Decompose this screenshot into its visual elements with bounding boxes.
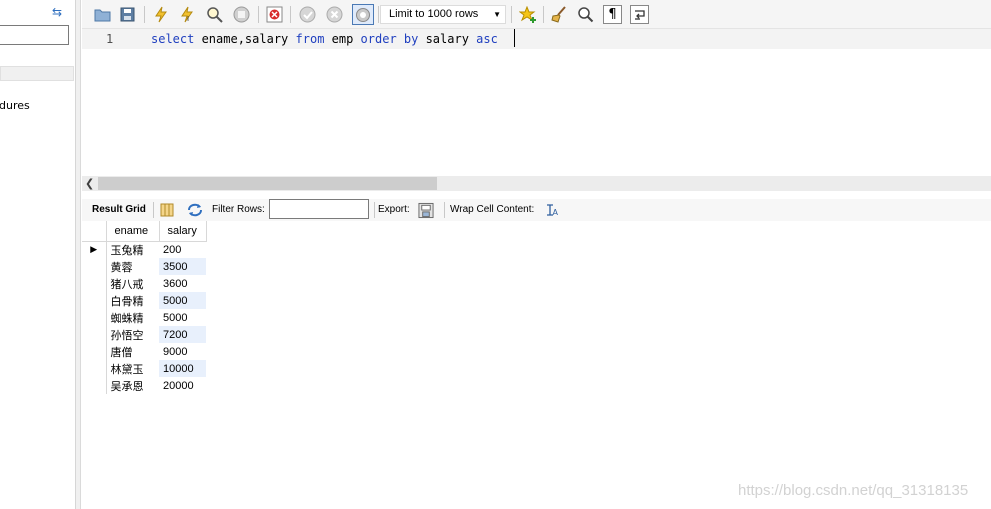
cell-salary[interactable]: 20000	[159, 377, 206, 394]
cell-ename[interactable]: 蜘蛛精	[106, 309, 159, 326]
panel-splitter[interactable]	[76, 0, 81, 509]
cell-salary[interactable]: 5000	[159, 309, 206, 326]
sql-query-text[interactable]: select ename,salary from emp order by sa…	[151, 32, 498, 46]
row-header[interactable]	[82, 258, 107, 275]
editor-toolbar: I Limit to 1000 rows ▼ ¶	[82, 0, 991, 29]
sql-editor[interactable]: 1 select ename,salary from emp order by …	[82, 29, 991, 176]
refresh-icon[interactable]: ⇆	[50, 5, 64, 19]
refresh-results-icon[interactable]	[187, 202, 203, 218]
export-icon[interactable]	[418, 202, 434, 218]
invisible-chars-icon[interactable]: ¶	[603, 5, 622, 24]
execute-icon[interactable]	[151, 5, 170, 24]
cell-salary[interactable]: 200	[159, 241, 206, 258]
commit-icon[interactable]	[298, 5, 317, 24]
filter-rows-label: Filter Rows:	[212, 204, 265, 215]
row-header[interactable]	[82, 275, 107, 292]
navigator-panel: ⇆ dures	[0, 0, 76, 509]
cell-ename[interactable]: 白骨精	[106, 292, 159, 309]
editor-horizontal-scrollbar[interactable]: ❮	[82, 176, 991, 191]
cell-ename[interactable]: 唐僧	[106, 343, 159, 360]
table-row[interactable]: 蜘蛛精 5000	[82, 309, 206, 326]
bookmark-icon[interactable]	[518, 5, 537, 24]
export-label: Export:	[378, 204, 410, 215]
scroll-left-icon[interactable]: ❮	[85, 176, 94, 191]
cell-salary[interactable]: 3500	[159, 258, 206, 275]
sql-keyword-select: select	[151, 32, 195, 46]
column-header-ename[interactable]: ename	[106, 221, 160, 242]
row-header[interactable]	[82, 292, 107, 309]
sql-keyword-by: by	[403, 32, 419, 46]
cell-ename[interactable]: 猪八戒	[106, 275, 159, 292]
sql-keyword-order: order	[360, 32, 397, 46]
grid-layout-icon[interactable]	[159, 202, 175, 218]
sql-space	[397, 32, 404, 46]
result-table: ename salary ▶ 玉兔精 200 黄蓉 3500 猪八戒 3600 白骨精 5000…	[82, 221, 207, 394]
sql-keyword-asc: asc	[476, 32, 498, 46]
cell-ename[interactable]: 玉兔精	[106, 241, 159, 258]
cell-ename[interactable]: 孙悟空	[106, 326, 159, 343]
row-header[interactable]	[82, 309, 107, 326]
rollback-icon[interactable]	[325, 5, 344, 24]
wrap-icon[interactable]	[630, 5, 649, 24]
watermark: https://blog.csdn.net/qq_31318135	[738, 482, 969, 499]
stop-icon[interactable]	[232, 5, 251, 24]
result-grid[interactable]: ename salary ▶ 玉兔精 200 黄蓉 3500 猪八戒 3600 白骨精 5000…	[82, 221, 207, 394]
sql-columns: ename,salary	[194, 32, 296, 46]
cell-salary[interactable]: 10000	[159, 360, 206, 377]
cell-ename[interactable]: 黄蓉	[106, 258, 159, 275]
table-row[interactable]: 林黛玉 10000	[82, 360, 206, 377]
line-number: 1	[106, 32, 114, 46]
beautify-icon[interactable]	[550, 5, 569, 24]
column-header-salary[interactable]: salary	[159, 221, 207, 242]
save-icon[interactable]	[118, 5, 137, 24]
table-header-row: ename salary	[82, 221, 207, 242]
table-row[interactable]: 吴承恩 20000	[82, 377, 206, 394]
open-folder-icon[interactable]	[93, 5, 112, 24]
table-row[interactable]: 猪八戒 3600	[82, 275, 206, 292]
result-grid-tab[interactable]: Result Grid	[92, 203, 146, 217]
svg-text:A: A	[553, 208, 559, 217]
row-header[interactable]	[82, 377, 107, 394]
procedures-label[interactable]: dures	[0, 99, 30, 112]
schema-search-input[interactable]	[0, 25, 69, 45]
table-row[interactable]: 孙悟空 7200	[82, 326, 206, 343]
execute-current-icon[interactable]: I	[177, 5, 196, 24]
row-header[interactable]	[82, 343, 107, 360]
find-icon[interactable]	[576, 5, 595, 24]
cell-salary[interactable]: 7200	[159, 326, 206, 343]
sql-keyword-from: from	[295, 32, 325, 46]
cell-ename[interactable]: 吴承恩	[106, 377, 159, 394]
filter-rows-input[interactable]	[269, 199, 369, 219]
cell-salary[interactable]: 9000	[159, 343, 206, 360]
text-cursor	[514, 29, 515, 47]
svg-text:I: I	[187, 15, 189, 23]
row-header[interactable]	[82, 326, 107, 343]
wrap-cell-content-label: Wrap Cell Content:	[450, 204, 535, 215]
current-row-marker-icon[interactable]: ▶	[82, 241, 107, 258]
navigator-section-bar	[0, 66, 74, 81]
chevron-down-icon: ▼	[493, 10, 501, 19]
limit-rows-select[interactable]: Limit to 1000 rows ▼	[380, 5, 506, 24]
row-header[interactable]	[82, 360, 107, 377]
scrollbar-thumb[interactable]	[98, 177, 437, 190]
table-row[interactable]: 唐僧 9000	[82, 343, 206, 360]
sql-order-column: salary	[418, 32, 477, 46]
wrap-cell-toggle-icon[interactable]: A	[544, 202, 560, 218]
cell-ename[interactable]: 林黛玉	[106, 360, 159, 377]
cell-salary[interactable]: 5000	[159, 292, 206, 309]
corner-cell[interactable]	[82, 221, 107, 242]
toggle-error-icon[interactable]	[265, 5, 284, 24]
result-toolbar: Result Grid Filter Rows: Export: Wrap Ce…	[82, 199, 991, 221]
autocommit-icon[interactable]	[352, 4, 374, 25]
sql-table: emp	[324, 32, 361, 46]
explain-icon[interactable]	[205, 5, 224, 24]
table-row[interactable]: 黄蓉 3500	[82, 258, 206, 275]
table-row[interactable]: ▶ 玉兔精 200	[82, 241, 206, 258]
cell-salary[interactable]: 3600	[159, 275, 206, 292]
table-row[interactable]: 白骨精 5000	[82, 292, 206, 309]
